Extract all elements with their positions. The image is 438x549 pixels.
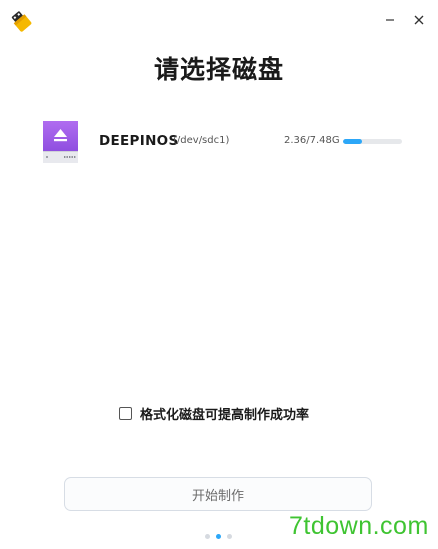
minimize-button[interactable] xyxy=(377,7,403,33)
start-button[interactable]: 开始制作 xyxy=(64,477,372,511)
disk-name: DEEPINOS xyxy=(99,133,179,149)
page-dot-1 xyxy=(205,534,210,539)
page-title: 请选择磁盘 xyxy=(153,55,284,84)
boot-maker-window: 请选择磁盘 DEEPINOS (/dev/sdc1) 2.36/7.48G 格式… xyxy=(0,0,438,549)
format-label: 格式化磁盘可提高制作成功率 xyxy=(140,407,310,423)
disk-usage-fill xyxy=(343,139,362,144)
titlebar xyxy=(0,0,438,40)
disk-usage-bar xyxy=(343,139,402,144)
disk-size: 2.36/7.48G xyxy=(284,135,340,146)
close-button[interactable] xyxy=(406,7,432,33)
removable-drive-icon xyxy=(43,121,78,163)
page-dot-3 xyxy=(227,534,232,539)
format-option[interactable]: 格式化磁盘可提高制作成功率 xyxy=(119,404,310,423)
disk-item-deepinos[interactable]: DEEPINOS (/dev/sdc1) 2.36/7.48G xyxy=(40,118,408,168)
close-icon xyxy=(414,15,424,25)
page-indicator xyxy=(203,532,235,540)
minimize-icon xyxy=(386,19,394,21)
page-dot-2 xyxy=(216,534,221,539)
format-checkbox[interactable] xyxy=(119,406,132,420)
usb-drive-icon xyxy=(10,10,32,32)
watermark: 7tdown.com xyxy=(289,512,429,540)
disk-path: (/dev/sdc1) xyxy=(173,135,230,146)
